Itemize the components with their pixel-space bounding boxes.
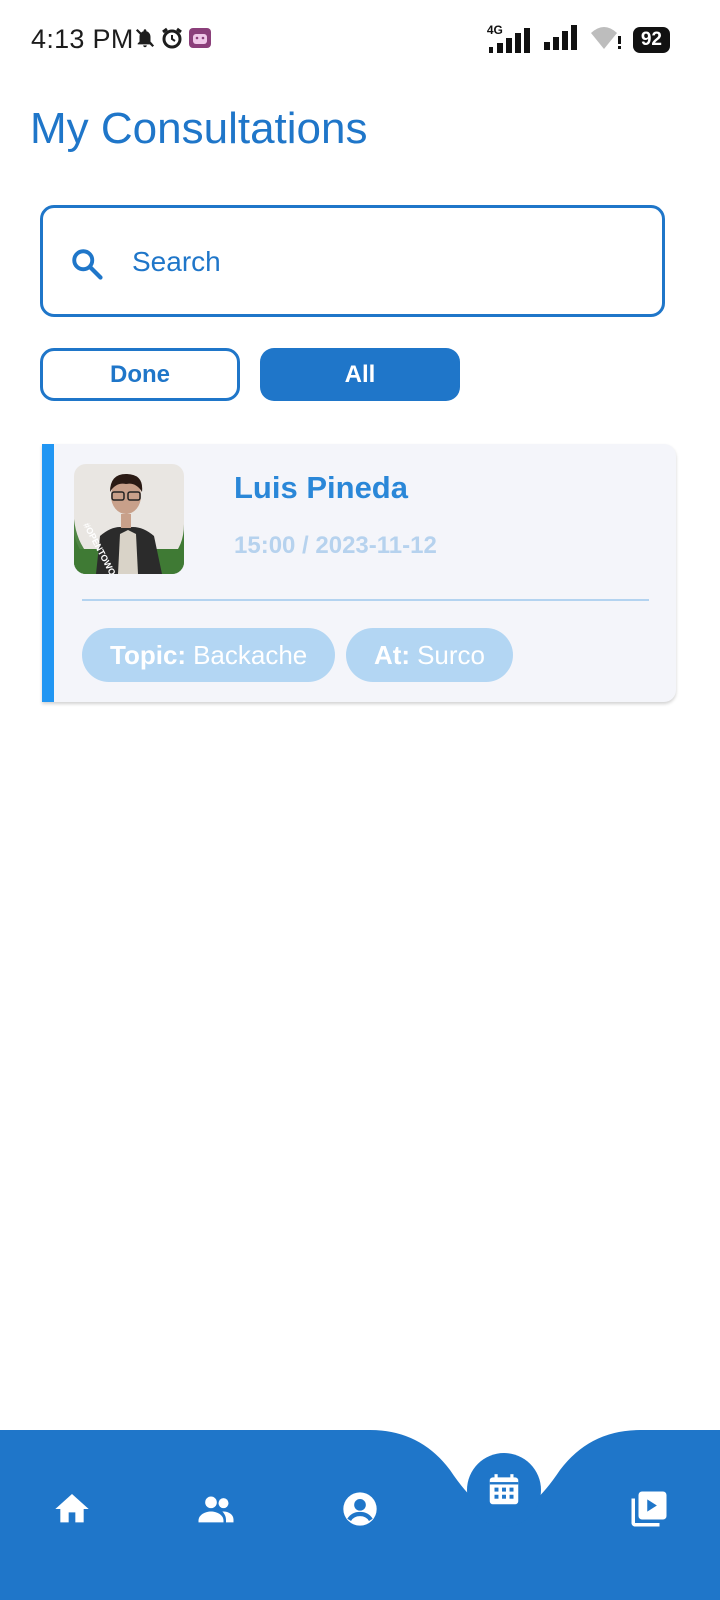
status-bar: 4:13 PM 4G 92 — [0, 0, 720, 80]
topic-value: Backache — [193, 639, 308, 670]
search-icon — [69, 246, 105, 287]
page-title: My Consultations — [30, 104, 368, 153]
network-type: 4G — [486, 22, 503, 37]
topic-label: Topic: — [110, 639, 187, 670]
consultation-datetime: 15:00 / 2023-11-12 — [234, 532, 437, 559]
nav-account[interactable] — [338, 1487, 382, 1531]
bell-off-icon — [134, 26, 156, 55]
location-chip: At: Surco — [346, 628, 514, 682]
android-app-icon — [188, 26, 212, 55]
alarm-icon — [160, 26, 184, 55]
search-input[interactable] — [127, 238, 632, 286]
battery-indicator: 92 — [632, 26, 670, 53]
card-divider — [82, 599, 649, 601]
filter-done-button[interactable]: Done — [40, 348, 240, 401]
doctor-name: Luis Pineda — [234, 470, 408, 505]
location-label: At: — [374, 639, 411, 670]
calendar-icon — [489, 1474, 519, 1505]
filter-all-button[interactable]: All — [260, 348, 460, 401]
topic-chip: Topic: Backache — [82, 628, 336, 682]
status-right-icons: 4G 92 — [487, 23, 670, 55]
search-box[interactable] — [40, 205, 665, 317]
nav-people[interactable] — [192, 1487, 240, 1531]
status-left-icons — [134, 26, 212, 55]
consultation-card[interactable]: #OPENTOWORK Luis Pineda 15:00 / 2023-11-… — [42, 444, 676, 702]
people-icon — [198, 1496, 234, 1523]
wifi-icon — [589, 24, 623, 55]
doctor-avatar: #OPENTOWORK — [74, 464, 184, 574]
video-library-icon — [631, 1491, 667, 1527]
nav-home[interactable] — [50, 1487, 94, 1531]
account-icon — [343, 1492, 377, 1526]
signal-icon — [543, 24, 579, 55]
home-icon — [55, 1494, 89, 1523]
status-time: 4:13 PM — [31, 24, 134, 54]
nav-calendar[interactable] — [467, 1453, 541, 1527]
location-value: Surco — [417, 639, 486, 670]
nav-video-library[interactable] — [627, 1487, 671, 1531]
signal-icon: 4G — [487, 23, 533, 53]
